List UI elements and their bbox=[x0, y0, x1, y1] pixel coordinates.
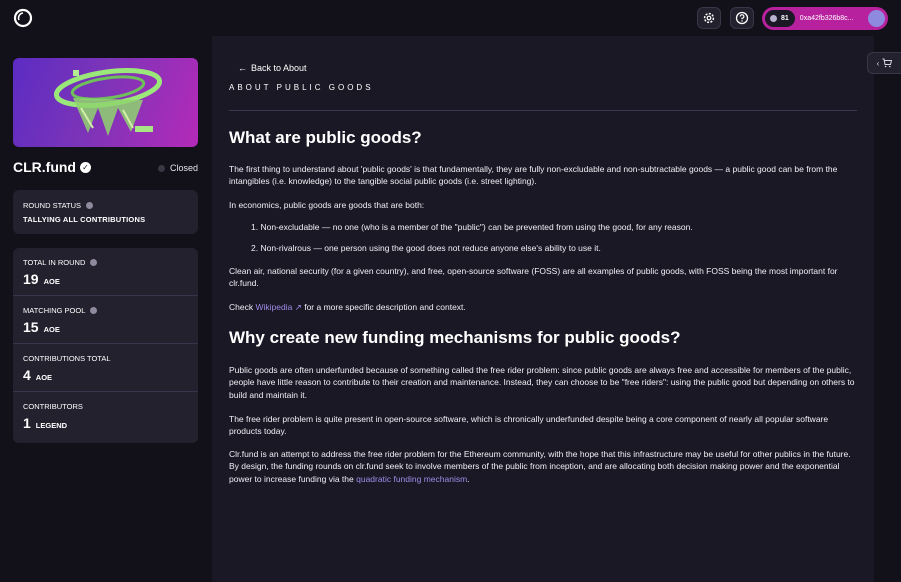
stat-total-in-round: Total in round 19 AOE bbox=[13, 248, 198, 296]
avatar bbox=[868, 10, 885, 27]
section-title: ABOUT PUBLIC GOODS bbox=[229, 83, 374, 92]
stat-contributions-total: Contributions total 4 AOE bbox=[13, 344, 198, 392]
round-artwork-icon bbox=[53, 68, 163, 136]
list-item-text: Non-excludable — no one (who is a member… bbox=[260, 222, 693, 232]
wikipedia-link[interactable]: Wikipedia ↗ bbox=[255, 302, 301, 312]
cart-rail bbox=[874, 36, 901, 582]
stat-label: Contributions total bbox=[23, 354, 111, 363]
paragraph: In economics, public goods are goods tha… bbox=[229, 200, 425, 210]
divider bbox=[229, 110, 857, 111]
stat-value: 4 AOE bbox=[23, 367, 52, 383]
paragraph: Clean air, national security (for a give… bbox=[229, 266, 838, 289]
stat-contributors: Contributors 1 LEGEND bbox=[13, 392, 198, 440]
stat-value: 15 AOE bbox=[23, 319, 60, 335]
paragraph-wikipedia: Check Wikipedia ↗ for a more specific de… bbox=[229, 301, 861, 313]
verified-check-icon: ✓ bbox=[79, 161, 91, 173]
list-item-text: Non-rivalrous — one person using the goo… bbox=[260, 243, 601, 253]
paragraph-text: Check bbox=[229, 302, 254, 312]
stat-value: 19 AOE bbox=[23, 271, 60, 287]
round-state: Closed bbox=[158, 163, 198, 173]
arrow-left-icon: ← bbox=[238, 63, 247, 73]
round-name-text: CLR.fund bbox=[13, 159, 76, 175]
clrfund-logo-icon[interactable] bbox=[13, 8, 33, 28]
main-content: ← Back to About ABOUT PUBLIC GOODS What … bbox=[212, 36, 874, 582]
wallet-button[interactable]: 81 0xa42fb326b8c... bbox=[762, 7, 888, 30]
paragraph: The first thing to understand about 'pub… bbox=[229, 164, 838, 187]
stat-number: 19 bbox=[23, 271, 39, 287]
paragraph-text: Clr.fund is an attempt to address the fr… bbox=[229, 449, 851, 484]
balance-pill: 81 bbox=[765, 10, 795, 27]
back-link[interactable]: ← Back to About bbox=[238, 63, 307, 73]
wallet-address: 0xa42fb326b8c... bbox=[799, 15, 854, 22]
link-text: Wikipedia bbox=[255, 302, 293, 312]
round-status-label-text: Round status bbox=[23, 201, 82, 210]
round-status-label: Round status bbox=[23, 201, 94, 210]
paragraph-text: for a more specific description and cont… bbox=[304, 302, 466, 312]
stat-matching-pool: Matching pool 15 AOE bbox=[13, 296, 198, 344]
stat-label: Contributors bbox=[23, 402, 83, 411]
stat-number: 4 bbox=[23, 367, 31, 383]
page-heading: What are public goods? bbox=[229, 128, 422, 147]
round-status-card: Round status TALLYING ALL CONTRIBUTIONS bbox=[13, 190, 198, 234]
round-status-value: TALLYING ALL CONTRIBUTIONS bbox=[23, 215, 146, 224]
status-dot-icon bbox=[158, 164, 165, 172]
paragraph-clrfund: Clr.fund is an attempt to address the fr… bbox=[229, 448, 861, 485]
stat-unit: AOE bbox=[43, 277, 60, 286]
stat-label-text: Contributions total bbox=[23, 354, 111, 363]
round-stats-card: Total in round 19 AOE Matching pool 15 A… bbox=[13, 248, 198, 443]
round-sidebar: CLR.fund ✓ Closed Round status TALLYING … bbox=[0, 36, 212, 582]
stat-label-text: Matching pool bbox=[23, 306, 86, 315]
info-icon[interactable] bbox=[90, 307, 98, 314]
stat-label-text: Contributors bbox=[23, 402, 83, 411]
list-item: 1. Non-excludable — no one (who is a mem… bbox=[251, 222, 851, 232]
chevron-left-icon: ‹ bbox=[876, 58, 880, 68]
token-icon bbox=[770, 15, 777, 22]
quadratic-funding-link[interactable]: quadratic funding mechanism bbox=[356, 474, 467, 484]
paragraph: The free rider problem is quite present … bbox=[229, 414, 829, 437]
stat-number: 15 bbox=[23, 319, 39, 335]
stat-number: 1 bbox=[23, 415, 31, 431]
round-image bbox=[13, 58, 198, 147]
info-icon[interactable] bbox=[90, 259, 98, 266]
round-name: CLR.fund ✓ bbox=[13, 159, 91, 175]
stat-unit: AOE bbox=[35, 373, 53, 382]
cart-toggle-button[interactable]: ‹ bbox=[867, 52, 901, 74]
list-item: 2. Non-rivalrous — one person using the … bbox=[251, 243, 851, 253]
gear-icon bbox=[703, 12, 715, 24]
back-link-text: Back to About bbox=[251, 63, 307, 73]
status-text: Closed bbox=[170, 163, 199, 173]
stat-label: Matching pool bbox=[23, 306, 98, 315]
help-button[interactable] bbox=[730, 7, 754, 29]
top-bar: 81 0xa42fb326b8c... bbox=[0, 0, 901, 36]
balance-value: 81 bbox=[781, 15, 789, 22]
external-link-icon: ↗ bbox=[294, 302, 302, 312]
stat-label-text: Total in round bbox=[23, 258, 86, 267]
cart-icon bbox=[882, 58, 893, 68]
paragraph: Public goods are often underfunded becau… bbox=[229, 365, 855, 400]
settings-button[interactable] bbox=[697, 7, 721, 29]
info-icon[interactable] bbox=[86, 202, 94, 209]
stat-value: 1 LEGEND bbox=[23, 415, 67, 431]
paragraph-end: . bbox=[467, 473, 470, 484]
stat-label: Total in round bbox=[23, 258, 98, 267]
section-heading: Why create new funding mechanisms for pu… bbox=[229, 328, 681, 347]
stat-unit: LEGEND bbox=[35, 421, 68, 430]
stat-unit: AOE bbox=[43, 325, 60, 334]
question-icon bbox=[735, 11, 749, 25]
